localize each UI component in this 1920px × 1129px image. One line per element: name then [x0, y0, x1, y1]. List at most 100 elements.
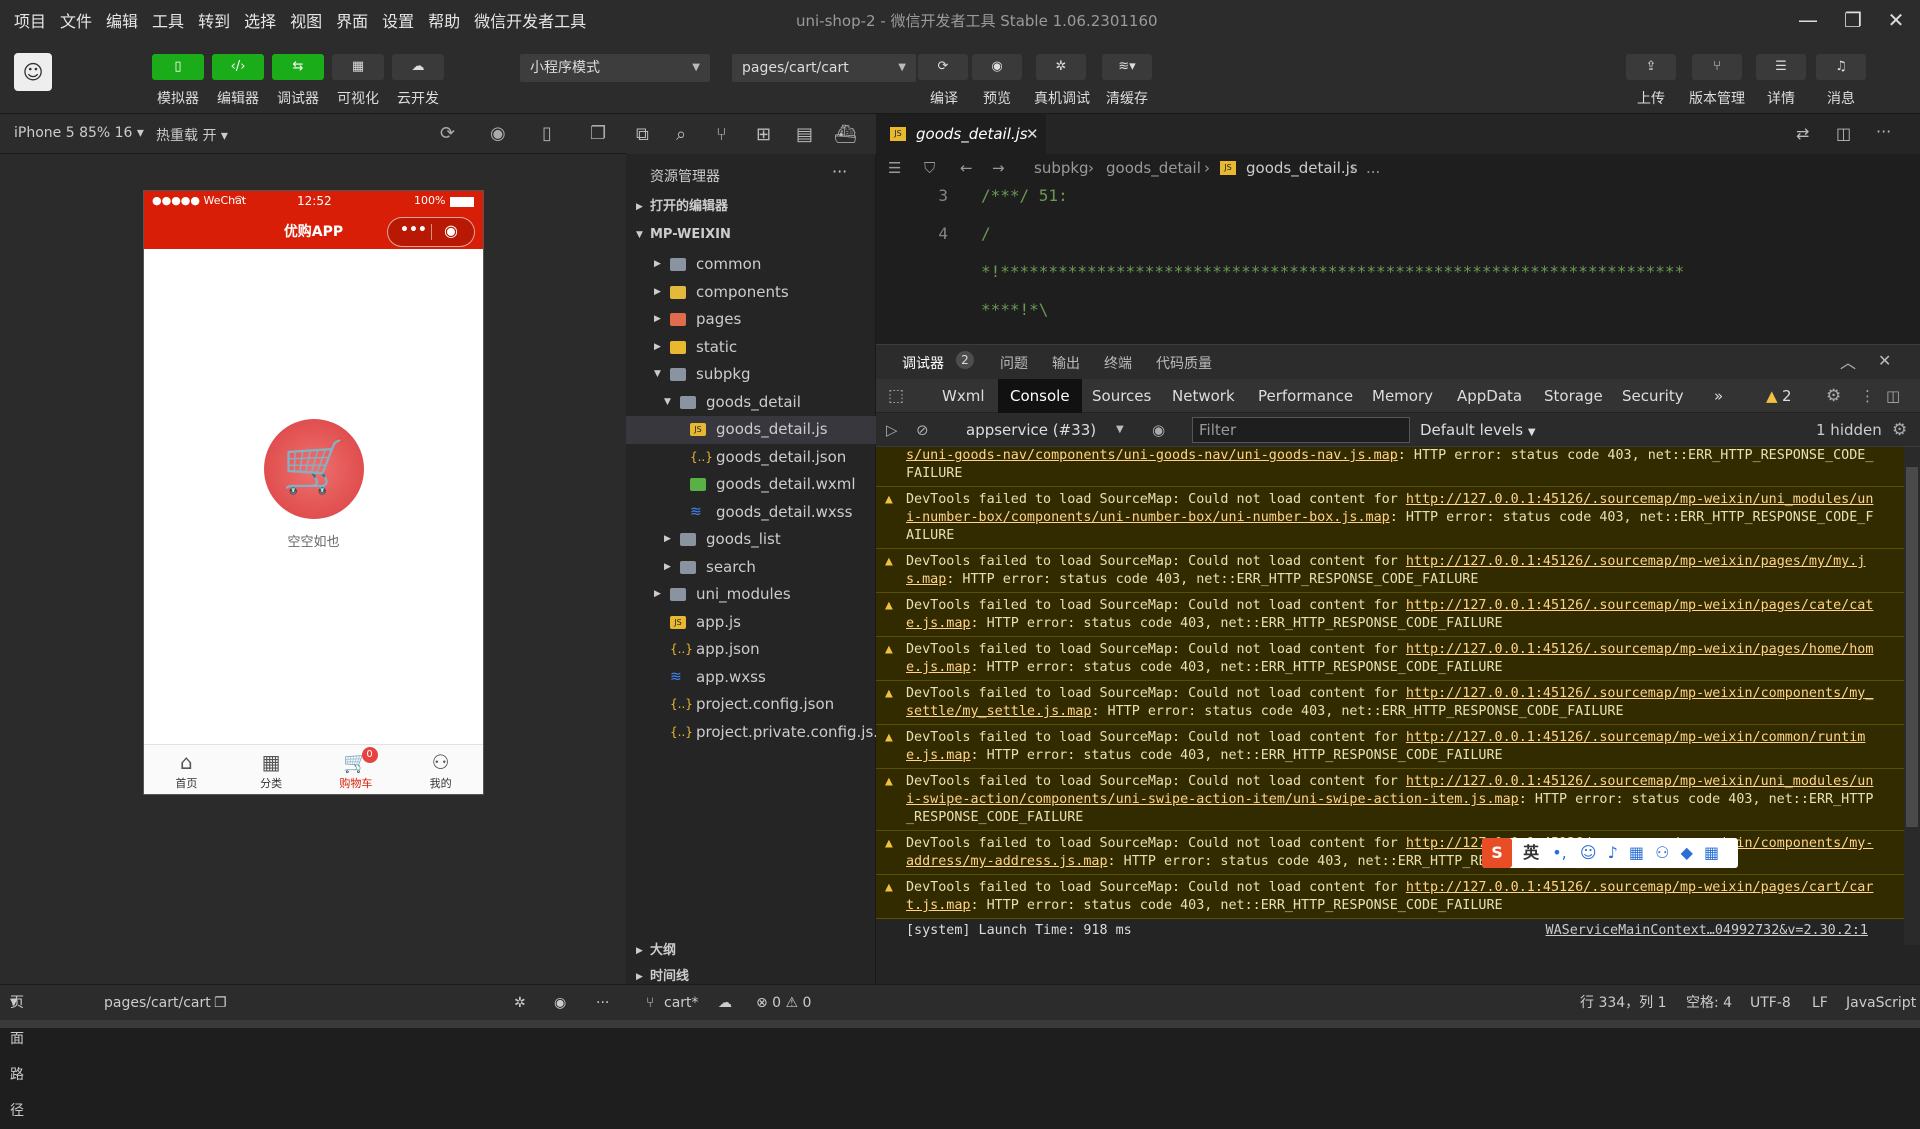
tree-file-app-js[interactable]: JS app.js [626, 609, 876, 637]
bell-icon[interactable]: ♫ [1816, 54, 1866, 80]
eye-icon[interactable]: ◉ [1152, 413, 1165, 447]
warning-count[interactable]: 2 [1782, 379, 1792, 413]
system-message-source[interactable]: WAServiceMainContext…04992732&v=2.30.2:1 [1546, 919, 1868, 943]
more-dots-icon[interactable]: ••• [400, 222, 427, 238]
code-line[interactable]: ****!*\ [876, 290, 1920, 330]
tree-file-goods-detail-json[interactable]: {..} goods_detail.json [626, 444, 876, 472]
tab-output[interactable]: 输出 [1052, 353, 1080, 373]
close-window-icon[interactable]: ✕ [1884, 8, 1908, 32]
search-icon[interactable]: ⌕ [676, 124, 686, 145]
scrollbar-thumb[interactable] [1906, 467, 1918, 827]
menu-item-tools[interactable]: 工具 [152, 8, 184, 32]
dock-icon[interactable]: ◫ [1886, 379, 1900, 413]
cursor-position[interactable]: 行 334，列 1 [1580, 985, 1667, 1021]
device-select[interactable]: iPhone 5 85% 16 ▾ [14, 125, 144, 141]
version-icon[interactable]: ⑂ [1692, 54, 1742, 80]
capsule-menu[interactable]: ••• ◉ [387, 217, 475, 247]
tree-folder-search[interactable]: ▶ search [626, 554, 876, 582]
menu-item-help[interactable]: 帮助 [428, 8, 460, 32]
code-line[interactable]: 4/ [876, 214, 1920, 254]
language-mode[interactable]: JavaScript [1846, 985, 1916, 1021]
tree-file-goods-detail-wxss[interactable]: ≋ goods_detail.wxss [626, 499, 876, 527]
refresh-icon[interactable]: ⟳ [440, 123, 455, 144]
console-log[interactable]: s/uni-goods-nav/components/uni-goods-nav… [876, 447, 1904, 945]
ime-voice-icon[interactable]: ♪ [1608, 843, 1618, 862]
editor-toggle-icon[interactable]: ‹/› [212, 54, 264, 80]
ime-user-icon[interactable]: ⚇ [1655, 843, 1669, 862]
extensions-icon[interactable]: ⊞ [756, 124, 771, 145]
system-message[interactable]: [system] Launch Time: 918 ms WAServiceMai… [876, 919, 1904, 943]
console-message[interactable]: s/uni-goods-nav/components/uni-goods-nav… [876, 447, 1904, 487]
visual-toggle-icon[interactable]: ▦ [332, 54, 384, 80]
close-mini-icon[interactable]: ◉ [444, 221, 458, 240]
tab-cart[interactable]: 🛒 购物车 0 [314, 745, 399, 794]
phone-icon[interactable]: ▯ [542, 123, 552, 144]
console-message[interactable]: ▲ DevTools failed to load SourceMap: Coul… [876, 831, 1904, 875]
ime-emoji-icon[interactable]: ☺ [1580, 843, 1597, 862]
tree-folder-components[interactable]: ▶ components [626, 279, 876, 307]
devtab-security[interactable]: Security [1622, 379, 1684, 413]
menu-item-settings[interactable]: 设置 [382, 8, 414, 32]
mode-select[interactable]: 小程序模式 ▼ [520, 54, 710, 82]
console-scrollbar[interactable] [1904, 447, 1920, 945]
compile-page-select[interactable]: pages/cart/cart ▼ [732, 54, 916, 82]
collapse-panel-icon[interactable]: ︿ [1840, 349, 1856, 373]
tab-code-quality[interactable]: 代码质量 [1156, 353, 1212, 373]
console-message[interactable]: ▲ DevTools failed to load SourceMap: Coul… [876, 725, 1904, 769]
tree-folder-pages[interactable]: ▶ pages [626, 306, 876, 334]
tree-file-app-wxss[interactable]: ≋ app.wxss [626, 664, 876, 692]
console-message[interactable]: ▲ DevTools failed to load SourceMap: Coul… [876, 769, 1904, 831]
project-section[interactable]: ▼ MP-WEIXIN [626, 224, 876, 246]
clear-console-icon[interactable]: ⊘ [916, 413, 929, 447]
devtab-more[interactable]: » [1714, 379, 1723, 413]
copy-icon[interactable]: ❐ [214, 985, 227, 1021]
kebab-menu-icon[interactable]: ⋮ [1860, 379, 1875, 413]
menu-item-select[interactable]: 选择 [244, 8, 276, 32]
gear-icon[interactable]: ⚙ [1826, 379, 1841, 413]
menu-item-edit[interactable]: 编辑 [106, 8, 138, 32]
tab-terminal[interactable]: 终端 [1104, 353, 1132, 373]
menu-item-interface[interactable]: 界面 [336, 8, 368, 32]
tab-problems[interactable]: 问题 [1000, 353, 1028, 373]
devtab-console[interactable]: Console [998, 379, 1082, 413]
console-message[interactable]: ▲ DevTools failed to load SourceMap: Coul… [876, 487, 1904, 549]
split-editor-icon[interactable]: ◫ [1836, 124, 1851, 143]
simulator-toggle-icon[interactable]: ▯ [152, 54, 204, 80]
console-message[interactable]: ▲ DevTools failed to load SourceMap: Coul… [876, 637, 1904, 681]
tree-folder-common[interactable]: ▶ common [626, 251, 876, 279]
ime-menu-icon[interactable]: ▦ [1704, 843, 1719, 862]
console-message[interactable]: ▲ DevTools failed to load SourceMap: Coul… [876, 681, 1904, 725]
tab-my[interactable]: ⚇ 我的 [398, 745, 483, 794]
devtab-storage[interactable]: Storage [1544, 379, 1603, 413]
more-icon[interactable]: ··· [596, 985, 609, 1021]
tab-home[interactable]: ⌂ 首页 [144, 745, 229, 794]
sourcemap-url[interactable]: s/uni-goods-nav/components/uni-goods-nav… [906, 448, 1398, 463]
ime-keyboard-icon[interactable]: ▦ [1629, 843, 1644, 862]
devtab-performance[interactable]: Performance [1258, 379, 1353, 413]
tree-file-project-private-config[interactable]: {..} project.private.config.js... [626, 719, 876, 747]
menu-item-file[interactable]: 文件 [60, 8, 92, 32]
code-line[interactable]: *!**************************************… [876, 252, 1920, 292]
menu-item-devtools[interactable]: 微信开发者工具 [474, 8, 586, 32]
outline-section[interactable]: ▶ 大纲 [626, 940, 876, 962]
tree-folder-goods-detail[interactable]: ▼ goods_detail [626, 389, 876, 417]
close-panel-icon[interactable]: ✕ [1878, 351, 1891, 370]
sidebar-toggle-icon[interactable]: ▷ [886, 413, 898, 447]
docker-icon[interactable]: ⛴ [834, 124, 857, 145]
compile-button[interactable]: ⟳ [918, 54, 968, 80]
tree-folder-uni-modules[interactable]: ▶ uni_modules [626, 581, 876, 609]
remote-debug-button[interactable]: ✲ [1036, 54, 1086, 80]
menu-item-project[interactable]: 项目 [14, 8, 46, 32]
devtab-appdata[interactable]: AppData [1457, 379, 1522, 413]
close-tab-icon[interactable]: ✕ [1026, 114, 1039, 154]
details-icon[interactable]: ☰ [1756, 54, 1806, 80]
inspect-icon[interactable]: ⬚ [888, 379, 904, 413]
ime-punct-icon[interactable]: •, [1552, 843, 1567, 862]
popout-icon[interactable]: ❐ [590, 123, 606, 144]
storage-icon[interactable]: ▤ [796, 124, 813, 145]
more-icon[interactable]: ··· [1876, 122, 1891, 141]
cloud-dev-icon[interactable]: ☁ [392, 54, 444, 80]
files-icon[interactable]: ⧉ [636, 124, 649, 145]
open-editors-section[interactable]: ▶ 打开的编辑器 [626, 196, 876, 218]
console-prompt[interactable]: › [876, 943, 1904, 945]
